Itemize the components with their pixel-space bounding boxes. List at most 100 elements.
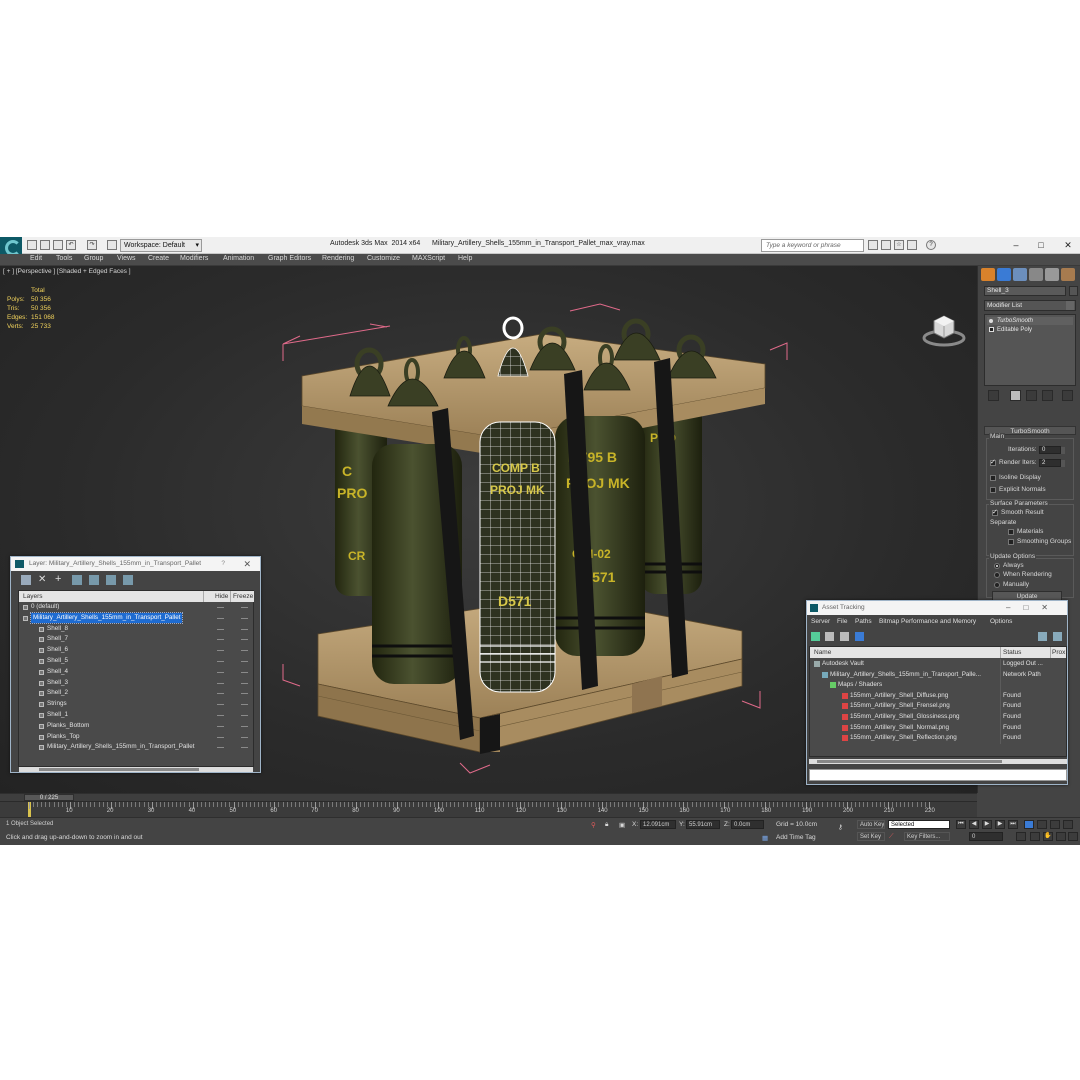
next-frame-icon[interactable]: ▶ (995, 820, 1005, 829)
layer-row[interactable]: Planks_Bottom (19, 721, 254, 732)
freeze-all-layers-icon[interactable] (123, 575, 133, 585)
materials-checkbox[interactable] (1008, 529, 1014, 535)
menu-item-animation[interactable]: Animation (223, 255, 254, 262)
isolate-icon[interactable]: ⚲ (591, 821, 596, 829)
hide-toggle[interactable] (217, 617, 224, 619)
object-color-swatch[interactable] (1069, 286, 1078, 296)
freeze-toggle[interactable] (241, 736, 248, 738)
freeze-column-header[interactable]: Freeze (233, 591, 253, 602)
layer-row[interactable]: Planks_Top (19, 732, 254, 743)
hide-toggle[interactable] (217, 661, 224, 662)
minimize-icon[interactable]: – (1008, 239, 1024, 252)
asset-menu-paths[interactable]: Paths (855, 618, 872, 625)
status-column-header[interactable]: Status (1003, 647, 1021, 658)
menu-item-graph-editors[interactable]: Graph Editors (268, 255, 311, 262)
render-iters-checkbox[interactable] (990, 458, 996, 466)
hide-toggle[interactable] (217, 704, 224, 706)
layer-row[interactable]: Shell_2 (19, 688, 254, 699)
hide-all-layers-icon[interactable] (106, 575, 116, 585)
asset-menu-options[interactable]: Options (990, 618, 1012, 625)
hide-toggle[interactable] (217, 693, 224, 695)
remove-modifier-icon[interactable] (1042, 390, 1053, 401)
y-coordinate-field[interactable]: 55.91cm (686, 820, 720, 829)
hide-toggle[interactable] (217, 628, 224, 630)
asset-path-field[interactable] (809, 769, 1067, 781)
key-icon[interactable]: ⚷ (838, 823, 843, 831)
asset-row[interactable]: 155mm_Artillery_Shell_Glossiness.png Foun… (810, 712, 1066, 723)
manually-radio[interactable] (994, 582, 1000, 588)
close-icon[interactable]: ✕ (243, 557, 251, 571)
hide-toggle[interactable] (217, 736, 224, 738)
key-mode-dropdown[interactable]: Selected (888, 820, 950, 829)
help-button[interactable]: ? (221, 557, 225, 571)
zoom-all-icon[interactable] (1037, 820, 1047, 829)
asset-menu-file[interactable]: File (837, 618, 847, 625)
hide-column-header[interactable]: Hide (215, 591, 228, 602)
utilities-tab-icon[interactable] (1061, 268, 1075, 281)
proxy-column-header[interactable]: Prox (1052, 647, 1065, 658)
expand-icon[interactable] (989, 327, 994, 332)
asset-row[interactable]: 155mm_Artillery_Shell_Frensel.png Found (810, 701, 1066, 713)
menu-item-modifiers[interactable]: Modifiers (180, 255, 208, 262)
freeze-toggle[interactable] (241, 693, 248, 695)
key-filters-button[interactable]: Key Filters... (904, 832, 950, 841)
menu-item-create[interactable]: Create (148, 255, 169, 262)
smoothing-groups-checkbox[interactable] (1008, 539, 1014, 545)
maximize-icon[interactable]: □ (1033, 239, 1049, 252)
add-to-layer-icon[interactable] (21, 575, 31, 585)
menu-item-rendering[interactable]: Rendering (322, 255, 354, 262)
smooth-result-checkbox[interactable] (992, 508, 998, 516)
hierarchy-tab-icon[interactable] (1013, 268, 1027, 281)
menu-item-customize[interactable]: Customize (367, 255, 400, 262)
close-icon[interactable]: ✕ (1060, 239, 1076, 252)
time-config-icon[interactable] (1016, 832, 1026, 841)
menu-item-maxscript[interactable]: MAXScript (412, 255, 445, 262)
horizontal-scrollbar[interactable] (19, 767, 253, 772)
explicit-normals-checkbox[interactable] (990, 487, 996, 493)
search-input[interactable]: Type a keyword or phrase (761, 239, 864, 252)
when-rendering-radio[interactable] (994, 572, 1000, 578)
show-end-result-icon[interactable] (1010, 390, 1021, 401)
save-file-icon[interactable] (53, 240, 63, 250)
asset-row[interactable]: 155mm_Artillery_Shell_Reflection.png Foun… (810, 733, 1066, 745)
modifier-list-dropdown[interactable]: Modifier List (984, 300, 1076, 311)
object-name-field[interactable]: Shell_3 (984, 286, 1066, 296)
new-file-icon[interactable] (27, 240, 37, 250)
pan-view-icon[interactable]: ✋ (1043, 832, 1053, 841)
menu-item-edit[interactable]: Edit (30, 255, 42, 262)
go-to-start-icon[interactable]: ⏮ (956, 820, 966, 829)
asset-row[interactable]: 155mm_Artillery_Shell_Normal.png Found (810, 722, 1066, 734)
freeze-toggle[interactable] (241, 650, 248, 652)
viewport-label[interactable]: [ + ] [Perspective ] [Shaded + Edged Fac… (3, 268, 131, 275)
redo-icon[interactable]: ↷ (87, 240, 97, 250)
lightbulb-icon[interactable] (989, 319, 993, 323)
freeze-toggle[interactable] (241, 747, 248, 749)
layer-row[interactable]: Strings (19, 699, 254, 710)
create-tab-icon[interactable] (981, 268, 995, 281)
add-time-tag-icon[interactable]: ▦ (762, 834, 768, 842)
motion-tab-icon[interactable] (1029, 268, 1043, 281)
orbit-icon[interactable] (1056, 832, 1066, 841)
asset-row[interactable]: Autodesk Vault Logged Out ... (810, 659, 1066, 670)
table-view-icon[interactable] (855, 632, 864, 641)
zoom-extents-all-icon[interactable] (1063, 820, 1073, 829)
asset-row[interactable]: Military_Artillery_Shells_155mm_in_Trans… (810, 669, 1066, 681)
lock-selection-icon[interactable]: 🔒︎ (605, 821, 608, 829)
always-radio[interactable] (994, 563, 1000, 569)
highlight-selected-icon[interactable] (89, 575, 99, 585)
freeze-toggle[interactable] (241, 607, 248, 608)
vault-icon[interactable] (1053, 632, 1062, 641)
configure-sets-icon[interactable] (1062, 390, 1073, 401)
horizontal-scrollbar[interactable] (809, 759, 1067, 764)
menu-item-group[interactable]: Group (84, 255, 103, 262)
set-key-icon[interactable]: ⟋ (889, 833, 894, 841)
help-icon[interactable] (1038, 632, 1047, 641)
hide-toggle[interactable] (217, 682, 224, 684)
isoline-display-checkbox[interactable] (990, 475, 996, 481)
hide-toggle[interactable] (217, 747, 224, 749)
hide-toggle[interactable] (217, 650, 224, 652)
zoom-icon[interactable] (1024, 820, 1034, 829)
hide-toggle[interactable] (217, 639, 224, 641)
menu-item-tools[interactable]: Tools (56, 255, 72, 262)
current-frame-field[interactable]: 0 (969, 832, 1003, 841)
